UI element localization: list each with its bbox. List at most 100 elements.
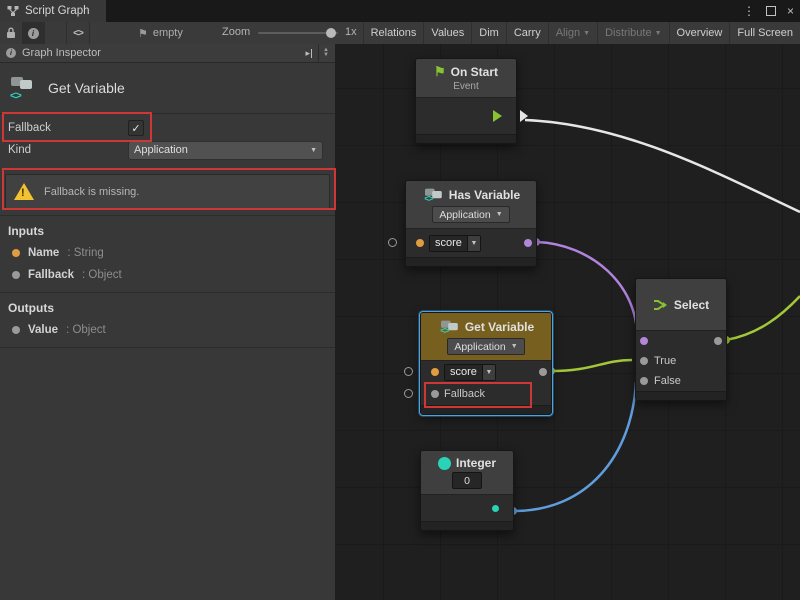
wire-layer xyxy=(335,44,800,600)
info-icon: i xyxy=(6,48,16,58)
warning-text: Fallback is missing. xyxy=(44,186,139,198)
graph-inspector-header: i Graph Inspector ▸ ▲ ▼ xyxy=(0,44,335,63)
lock-icon[interactable] xyxy=(0,22,23,44)
dim-button[interactable]: Dim xyxy=(471,22,506,44)
node-subtitle: Event xyxy=(416,80,516,97)
false-port-dot[interactable] xyxy=(640,377,648,385)
title-bar: Script Graph ⋮ × xyxy=(0,0,800,22)
graph-inspector-panel: i Graph Inspector ▸ ▲ ▼ <> Get Variable … xyxy=(0,44,336,600)
bool-output-dot[interactable] xyxy=(524,239,532,247)
zoom-slider-thumb[interactable] xyxy=(326,28,336,38)
kind-setting-row: Kind Application ▼ xyxy=(0,139,335,161)
zoom-value: 1x xyxy=(345,26,357,38)
tab-script-graph[interactable]: Script Graph xyxy=(0,0,106,22)
fullscreen-button[interactable]: Full Screen xyxy=(729,22,800,44)
event-flag-icon: ⚑ xyxy=(434,64,446,80)
getvariable-fallback-port-hollow[interactable] xyxy=(404,389,413,398)
wire-hasvariable-condition[interactable] xyxy=(537,242,637,338)
node-on-start[interactable]: ⚑ On Start Event xyxy=(415,58,517,144)
pointer-flag-icon: ⚑ xyxy=(138,27,148,40)
check-icon: ✓ xyxy=(131,122,140,135)
value-output-dot[interactable] xyxy=(539,368,547,376)
dock-panel-icon[interactable]: ▸ xyxy=(306,48,313,59)
node-select[interactable]: Select True False xyxy=(635,278,727,401)
inspected-node-title-block: <> Get Variable xyxy=(0,63,335,114)
align-dropdown-button[interactable]: Align ▼ xyxy=(548,22,597,44)
kind-label: Kind xyxy=(8,144,128,156)
zoom-slider[interactable] xyxy=(258,32,338,34)
graph-path-label: empty xyxy=(153,27,183,39)
tab-title: Script Graph xyxy=(25,5,90,17)
fallback-port-label: Fallback xyxy=(444,388,485,400)
window-menu-icon[interactable]: ⋮ xyxy=(743,4,755,18)
selection-output-dot[interactable] xyxy=(714,337,722,345)
chevron-down-icon: ▼ xyxy=(470,240,477,247)
script-graph-icon xyxy=(7,5,19,17)
input-port-row: Name : String xyxy=(0,242,335,264)
fallback-label: Fallback xyxy=(8,122,128,134)
values-button[interactable]: Values xyxy=(423,22,471,44)
node-integer[interactable]: Integer 0 xyxy=(420,450,514,531)
kind-dropdown[interactable]: Application ▼ xyxy=(128,141,323,160)
name-port-dot[interactable] xyxy=(416,239,424,247)
relations-button[interactable]: Relations xyxy=(363,22,424,44)
overview-button[interactable]: Overview xyxy=(669,22,730,44)
info-icon: i xyxy=(28,28,39,39)
integer-icon xyxy=(438,457,451,470)
graph-inspector-title: Graph Inspector xyxy=(22,47,101,59)
get-variable-icon: <> xyxy=(440,320,458,334)
false-port-label: False xyxy=(654,375,681,387)
code-icon: <> xyxy=(73,28,83,39)
object-port-dot xyxy=(12,326,20,334)
chevron-down-icon: ▼ xyxy=(485,369,492,376)
variable-name-field[interactable]: score ▼ xyxy=(429,235,481,252)
inspector-toggle-button[interactable]: i xyxy=(22,22,45,44)
node-get-variable[interactable]: <> Get Variable Application ▼ score ▼ xyxy=(420,312,552,415)
integer-output-dot[interactable] xyxy=(492,505,499,512)
integer-value-field[interactable]: 0 xyxy=(452,472,482,489)
code-view-button[interactable]: <> xyxy=(66,22,90,44)
flow-arrow-icon xyxy=(493,110,502,122)
graph-path-indicator: ⚑ empty xyxy=(138,22,183,44)
warning-icon: ! xyxy=(14,183,34,200)
object-port-dot xyxy=(12,271,20,279)
chevron-down-icon: ▼ xyxy=(496,211,503,218)
variable-kind-dropdown[interactable]: Application ▼ xyxy=(447,338,524,355)
hasvariable-name-port-hollow[interactable] xyxy=(388,238,397,247)
script-graph-window: Script Graph ⋮ × i <> ⚑ empty Zoom xyxy=(0,0,800,600)
graph-canvas[interactable]: ⚑ On Start Event <> Has Variable xyxy=(335,44,800,600)
chevron-down-icon: ▼ xyxy=(655,30,662,37)
chevron-down-icon: ▼ xyxy=(511,343,518,350)
chevron-down-icon: ▼ xyxy=(310,147,317,154)
variable-kind-dropdown[interactable]: Application ▼ xyxy=(432,206,509,223)
wire-select-output[interactable] xyxy=(726,296,800,340)
true-port-label: True xyxy=(654,355,676,367)
name-port-dot[interactable] xyxy=(431,368,439,376)
variable-name-field[interactable]: score ▼ xyxy=(444,364,496,381)
divider xyxy=(0,347,335,348)
flow-output-port[interactable] xyxy=(520,110,528,122)
input-port-row: Fallback : Object xyxy=(0,264,335,286)
zoom-label: Zoom xyxy=(222,26,250,38)
inspected-node-title: Get Variable xyxy=(48,80,125,96)
outputs-section-header: Outputs xyxy=(0,293,335,319)
chevron-down-icon: ▼ xyxy=(583,30,590,37)
condition-port-dot[interactable] xyxy=(640,337,648,345)
true-port-dot[interactable] xyxy=(640,357,648,365)
wire-onstart-flow[interactable] xyxy=(525,120,800,212)
fallback-setting-row: Fallback ✓ xyxy=(0,117,335,139)
fallback-port-dot[interactable] xyxy=(431,390,439,398)
window-close-icon[interactable]: × xyxy=(787,4,794,18)
getvariable-name-port-hollow[interactable] xyxy=(404,367,413,376)
window-maximize-icon[interactable] xyxy=(766,6,776,16)
warning-message-box: ! Fallback is missing. xyxy=(5,174,330,209)
node-has-variable[interactable]: <> Has Variable Application ▼ score ▼ xyxy=(405,180,537,267)
distribute-dropdown-button[interactable]: Distribute ▼ xyxy=(597,22,668,44)
graph-toolbar: i <> ⚑ empty Zoom 1x Relations Values Di… xyxy=(0,22,800,45)
string-port-dot xyxy=(12,249,20,257)
fallback-checkbox[interactable]: ✓ xyxy=(128,120,144,136)
wire-getvariable-true[interactable] xyxy=(552,360,632,371)
output-port-row: Value : Object xyxy=(0,319,335,341)
carry-button[interactable]: Carry xyxy=(506,22,548,44)
panel-scroll-buttons[interactable]: ▲ ▼ xyxy=(318,44,329,62)
